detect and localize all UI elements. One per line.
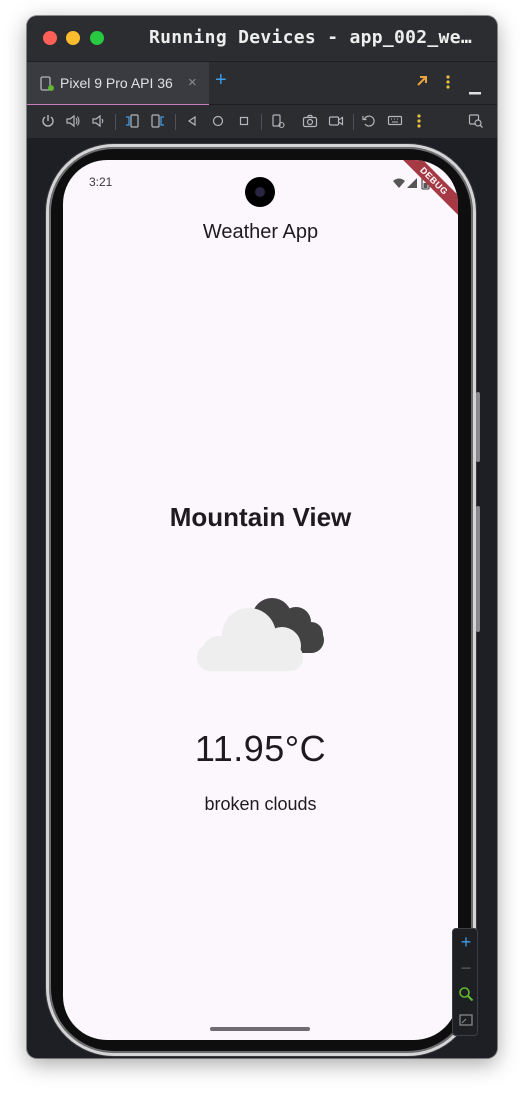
options-icon[interactable]	[445, 74, 451, 95]
phone-power-button	[476, 506, 480, 632]
screenshot-icon[interactable]	[302, 113, 318, 129]
minimize-window-button[interactable]	[66, 31, 80, 45]
emulator-window: Running Devices - app_002_weather_app Pi…	[27, 16, 497, 1058]
device-screen[interactable]: 3:21 DEBUG Weather App Mountain View 11.…	[63, 160, 458, 1040]
tab-label: Pixel 9 Pro API 36	[60, 75, 173, 91]
city-name: Mountain View	[169, 502, 352, 532]
gesture-home-bar[interactable]	[210, 1027, 310, 1031]
maximize-window-button[interactable]	[90, 31, 104, 45]
zoom-panel: + −	[452, 928, 478, 1036]
status-time: 3:21	[89, 175, 113, 189]
screen-record-icon[interactable]	[328, 113, 344, 129]
home-icon[interactable]	[210, 113, 226, 129]
temperature: 11.95°C	[194, 728, 327, 769]
reset-icon[interactable]	[361, 113, 377, 129]
overview-icon[interactable]	[236, 113, 252, 129]
window-title: Running Devices - app_002_weather_app	[149, 27, 479, 48]
more-icon[interactable]	[416, 113, 432, 129]
close-window-button[interactable]	[43, 31, 57, 45]
add-tab-button[interactable]: +	[215, 70, 227, 90]
keyboard-icon[interactable]	[387, 113, 403, 129]
app-title: Weather App	[202, 221, 319, 243]
title-bar: Running Devices - app_002_weather_app	[27, 16, 497, 61]
zoom-fit-icon[interactable]	[457, 986, 475, 1004]
device-icon	[40, 76, 54, 97]
hide-panel-icon[interactable]	[469, 82, 481, 100]
weather-description: broken clouds	[204, 794, 317, 814]
zoom-out-button[interactable]: −	[457, 958, 475, 978]
rotate-right-icon[interactable]	[150, 113, 166, 129]
tab-device[interactable]: Pixel 9 Pro API 36 ×	[27, 62, 209, 106]
broken-clouds-icon	[193, 586, 328, 681]
power-icon[interactable]	[40, 113, 56, 129]
open-external-icon[interactable]	[415, 74, 429, 93]
actual-size-icon[interactable]	[457, 1012, 475, 1030]
search-icon[interactable]	[468, 113, 484, 129]
tab-bar: Pixel 9 Pro API 36 × +	[27, 61, 497, 106]
phone-volume-button	[476, 392, 480, 462]
tab-close-icon[interactable]: ×	[188, 74, 197, 91]
zoom-in-button[interactable]: +	[457, 932, 475, 952]
camera-icon	[245, 177, 275, 207]
back-icon[interactable]	[184, 113, 200, 129]
volume-down-icon[interactable]	[91, 113, 107, 129]
device-toolbar	[27, 105, 497, 139]
volume-up-icon[interactable]	[65, 113, 81, 129]
rotate-left-icon[interactable]	[124, 113, 140, 129]
device-settings-icon[interactable]	[270, 113, 286, 129]
